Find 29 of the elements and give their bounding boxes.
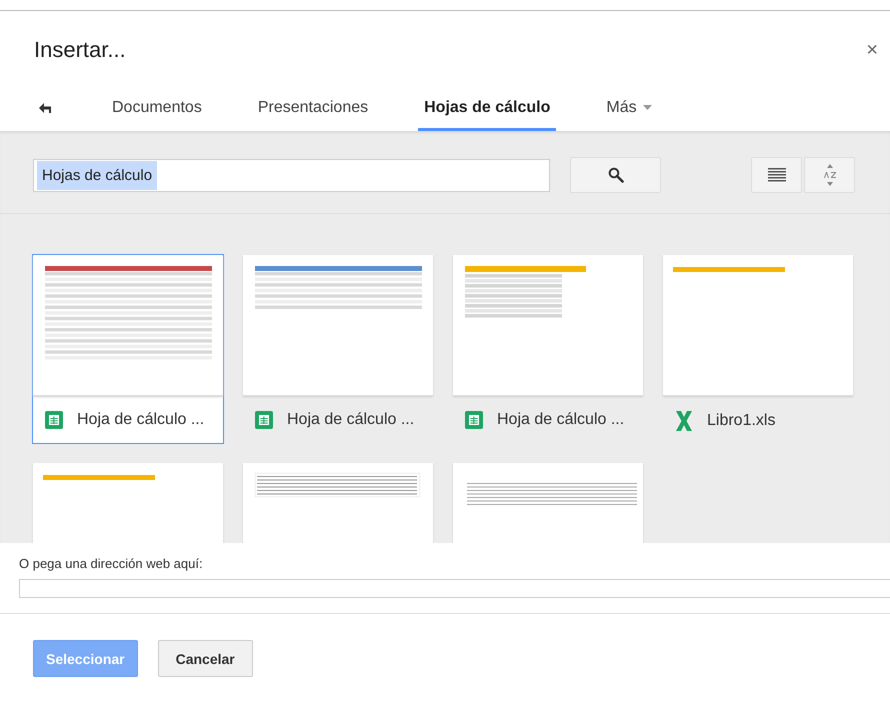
search-button[interactable] [570, 157, 661, 193]
caret-icon [642, 105, 652, 110]
url-label: O pega una dirección web aquí: [19, 556, 204, 571]
tab[interactable]: Presentaciones [230, 87, 396, 131]
url-field[interactable] [19, 579, 890, 598]
file-name: Hoja de cálculo ... [77, 411, 204, 429]
spreadsheet-icon [465, 411, 483, 429]
search-icon [608, 167, 624, 183]
file-name: Hoja de cálculo ... [497, 411, 624, 429]
spreadsheet-icon [45, 411, 63, 429]
sort-az-icon [822, 164, 836, 186]
excel-icon [675, 411, 693, 431]
close-button[interactable]: × [860, 38, 884, 62]
sort-button[interactable] [804, 157, 855, 193]
file-name: Libro1.xls [707, 412, 776, 430]
file-card[interactable]: Hoja de cálculo ... [32, 254, 224, 444]
file-card[interactable]: Libro1.xls [662, 254, 854, 444]
search-field[interactable]: Hojas de cálculo [33, 158, 550, 192]
file-card[interactable]: Hoja de cálculo ... [452, 254, 644, 444]
back-arrow-icon [38, 102, 54, 114]
file-card[interactable]: Hoja de cálculo ... [242, 254, 434, 444]
list-icon [768, 168, 786, 182]
spreadsheet-icon [255, 411, 273, 429]
dialog-title: Insertar... [34, 37, 126, 63]
list-view-button[interactable] [751, 157, 802, 193]
more-menu[interactable]: Más [578, 87, 680, 131]
cancel-button[interactable]: Cancelar [158, 640, 253, 677]
file-name: Hoja de cálculo ... [287, 411, 414, 429]
tab[interactable]: Documentos [84, 87, 230, 131]
